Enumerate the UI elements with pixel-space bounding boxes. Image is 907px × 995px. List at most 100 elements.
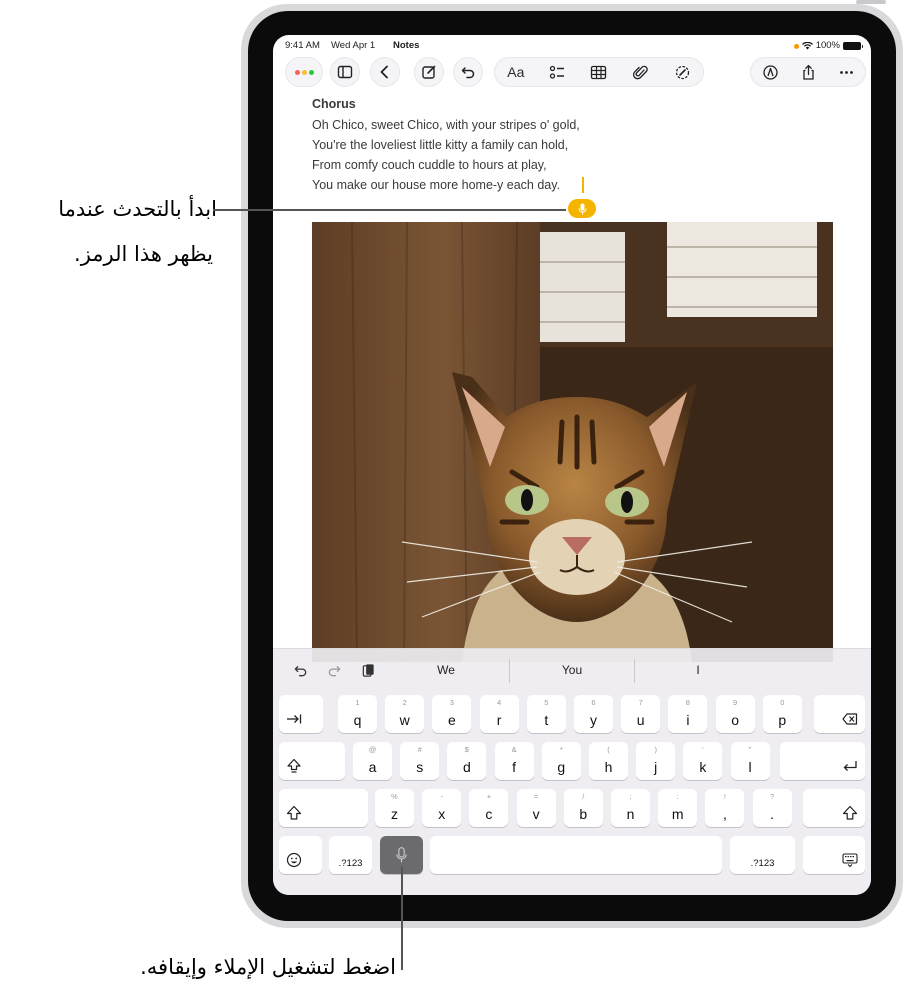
key-k[interactable]: ' k (683, 742, 723, 780)
key-secondary-label: @ (368, 745, 377, 754)
share-icon (802, 64, 814, 80)
key-d[interactable]: $ d (447, 742, 487, 780)
key-l[interactable]: " l (730, 742, 770, 780)
key-label: k (699, 759, 707, 775)
key-secondary-label: ; (629, 792, 632, 801)
key-v[interactable]: = v (516, 789, 556, 827)
note-line[interactable]: You make our house more home-y each day. (312, 178, 560, 192)
undo-button[interactable] (453, 57, 483, 87)
key-label: c (485, 806, 493, 822)
numbers-key-right[interactable]: .?123 (730, 836, 795, 874)
tab-key[interactable] (279, 695, 323, 733)
key-q[interactable]: 1q (338, 695, 377, 733)
dismiss-keyboard-key[interactable] (803, 836, 865, 874)
delete-key[interactable] (814, 695, 865, 733)
share-button[interactable] (793, 57, 823, 87)
attachment-button[interactable] (626, 57, 656, 87)
format-button[interactable]: Aa (501, 57, 531, 87)
more-button[interactable] (831, 57, 861, 87)
shift-left-key[interactable] (279, 789, 368, 827)
battery-icon (843, 42, 863, 50)
callout-dictation-icon-line1: ابدأ بالتحدث عندما (58, 197, 217, 221)
cat-photo[interactable] (312, 222, 833, 662)
top-button (856, 0, 886, 4)
key-a[interactable]: @ a (353, 742, 392, 780)
key-secondary-label: 5 (544, 698, 549, 707)
dictation-indicator[interactable] (568, 199, 596, 218)
key-secondary-label: $ (464, 745, 469, 754)
back-button[interactable] (370, 57, 400, 87)
key-s[interactable]: # s (400, 742, 440, 780)
key-j[interactable]: ) j (636, 742, 676, 780)
key-r[interactable]: 4r (479, 695, 519, 733)
key-secondary-label: ! (723, 792, 726, 801)
key-secondary-label: + (486, 792, 492, 801)
checklist-icon (549, 65, 564, 79)
key-y[interactable]: 6y (574, 695, 613, 733)
ipad-screen: 9:41 AM Wed Apr 1 Notes 100% Aa Chorus O… (273, 35, 871, 895)
key-secondary-label: & (511, 745, 517, 754)
key-c[interactable]: + c (469, 789, 509, 827)
sidebar-button[interactable] (330, 57, 360, 87)
key-x[interactable]: -x (422, 789, 462, 827)
markup-button[interactable] (667, 57, 697, 87)
key-label: . (770, 806, 775, 822)
key-e[interactable]: 3e (432, 695, 472, 733)
cat-illustration (312, 222, 833, 662)
key-secondary-label: 3 (449, 698, 454, 707)
compose-icon (422, 65, 436, 79)
keyboard-paste-button[interactable] (358, 660, 378, 680)
onscreen-keyboard: We You I .?123 .?123 1 q 2 w 3 e 4 r 5 t… (273, 648, 871, 895)
key-h[interactable]: (h (589, 742, 628, 780)
key-p[interactable]: 0p (762, 695, 802, 733)
key-w[interactable]: 2w (385, 695, 425, 733)
note-line[interactable]: You're the loveliest little kitty a fami… (312, 138, 568, 152)
undo-icon (294, 665, 306, 676)
keyboard-undo-button[interactable] (290, 660, 310, 680)
emoji-key[interactable] (279, 836, 322, 874)
emoji-icon (286, 852, 302, 868)
key-secondary-label: / (582, 792, 585, 801)
new-note-button[interactable] (414, 57, 444, 87)
key-label: f (512, 759, 517, 775)
close-dot-icon (294, 69, 300, 75)
keyboard-redo-button[interactable] (324, 660, 344, 680)
return-key[interactable] (780, 742, 865, 780)
space-bar[interactable] (430, 836, 722, 874)
key-z[interactable]: % z (375, 789, 414, 827)
zoom-dot-icon (308, 69, 314, 75)
note-line[interactable]: From comfy couch cuddle to hours at play… (312, 158, 547, 172)
key-label: u (636, 712, 645, 728)
key-m[interactable]: :m (658, 789, 698, 827)
prediction-3[interactable]: I (658, 663, 738, 677)
key-comma[interactable]: !, (705, 789, 745, 827)
prediction-1[interactable]: We (406, 663, 486, 677)
key-secondary-label: * (559, 745, 563, 754)
keyboard-dismiss-icon (842, 853, 858, 868)
status-indicators: 100% (793, 39, 863, 53)
key-u[interactable]: 7u (621, 695, 661, 733)
note-line[interactable]: Oh Chico, sweet Chico, with your stripes… (312, 118, 580, 132)
key-period[interactable]: ?. (752, 789, 792, 827)
key-secondary-label: ) (654, 745, 657, 754)
caps-lock-key[interactable] (279, 742, 345, 780)
key-t[interactable]: 5t (526, 695, 566, 733)
key-i[interactable]: 8i (668, 695, 708, 733)
key-label: t (544, 712, 549, 728)
key-b[interactable]: / b (563, 789, 603, 827)
shift-right-key[interactable] (803, 789, 865, 827)
markup-pen-button[interactable] (755, 57, 785, 87)
key-g[interactable]: * g (541, 742, 581, 780)
key-f[interactable]: & f (494, 742, 534, 780)
prediction-2[interactable]: You (532, 663, 612, 677)
numbers-key-left[interactable]: .?123 (329, 836, 372, 874)
checklist-button[interactable] (542, 57, 572, 87)
window-controls[interactable] (285, 57, 323, 87)
delete-icon (842, 713, 858, 725)
predictive-bar: We You I (273, 649, 871, 691)
key-secondary-label: ' (702, 745, 704, 754)
table-button[interactable] (584, 57, 614, 87)
key-label: x (438, 806, 446, 822)
key-o[interactable]: 9o (715, 695, 755, 733)
key-n[interactable]: ; n (611, 789, 650, 827)
